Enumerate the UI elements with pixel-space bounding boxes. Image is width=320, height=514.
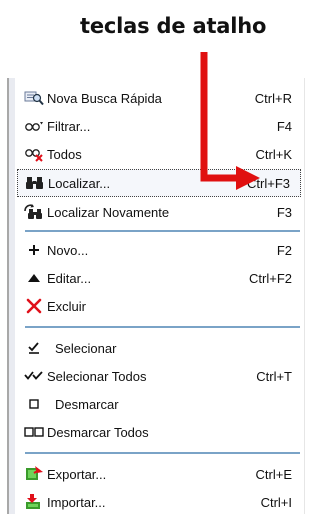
- menu-item-desmarcar-todos[interactable]: Desmarcar Todos: [17, 418, 302, 446]
- menu-item-label: Desmarcar Todos: [47, 424, 149, 440]
- menu-item-importar[interactable]: Importar... Ctrl+I: [17, 488, 302, 514]
- menu-item-label: Localizar...: [48, 175, 111, 191]
- menu-separator: [25, 452, 300, 454]
- menu-item-label: Exportar...: [47, 466, 107, 482]
- quick-search-icon: [23, 88, 45, 108]
- export-icon: [23, 464, 45, 484]
- menu-item-todos[interactable]: Todos Ctrl+K: [17, 140, 302, 168]
- menu-item-localizar-novamente[interactable]: Localizar Novamente F3: [17, 198, 302, 226]
- empty-square-icon: [23, 394, 45, 414]
- menu-item-label: Excluir: [47, 298, 87, 314]
- import-icon: [23, 492, 45, 512]
- menu-item-novo[interactable]: Novo... F2: [17, 236, 302, 264]
- menu-item-shortcut: F4: [276, 118, 292, 134]
- menu-item-shortcut: Ctrl+E: [255, 466, 292, 482]
- menu-separator: [25, 230, 300, 232]
- menu-item-shortcut: Ctrl+I: [260, 494, 292, 510]
- menu-item-desmarcar[interactable]: Desmarcar: [17, 390, 302, 418]
- select-check-icon: [23, 338, 45, 358]
- find-again-icon: [23, 202, 45, 222]
- menu-item-exportar[interactable]: Exportar... Ctrl+E: [17, 460, 302, 488]
- binoculars-icon: [24, 173, 46, 193]
- menu-item-shortcut: Ctrl+R: [254, 90, 292, 106]
- menu-item-label: Selecionar Todos: [47, 368, 147, 384]
- menu-item-label: Todos: [47, 146, 82, 162]
- menu-item-selecionar-todos[interactable]: Selecionar Todos Ctrl+T: [17, 362, 302, 390]
- menu-item-shortcut: F3: [276, 204, 292, 220]
- annotation-title: teclas de atalho: [80, 14, 267, 38]
- filter-icon: [23, 116, 45, 136]
- menu-item-localizar[interactable]: Localizar... Ctrl+F3: [17, 169, 301, 197]
- menu-item-nova-busca-rapida[interactable]: Nova Busca Rápida Ctrl+R: [17, 84, 302, 112]
- plus-icon: [23, 240, 45, 260]
- menu-item-shortcut: Ctrl+F3: [247, 175, 290, 191]
- menu-item-filtrar[interactable]: Filtrar... F4: [17, 112, 302, 140]
- context-menu: Nova Busca Rápida Ctrl+R Filtrar... F4 T…: [7, 78, 304, 514]
- menu-item-shortcut: Ctrl+F2: [249, 270, 292, 286]
- menu-item-label: Filtrar...: [47, 118, 91, 134]
- menu-item-selecionar[interactable]: Selecionar: [17, 334, 302, 362]
- menu-item-label: Importar...: [47, 494, 106, 510]
- delete-x-icon: [23, 296, 45, 316]
- menu-item-shortcut: F2: [276, 242, 292, 258]
- menu-item-label: Localizar Novamente: [47, 204, 170, 220]
- menu-item-label: Novo...: [47, 242, 89, 258]
- menu-icon-strip: [9, 78, 15, 514]
- menu-item-excluir[interactable]: Excluir: [17, 292, 302, 320]
- menu-item-label: Desmarcar: [55, 396, 119, 412]
- triangle-up-icon: [23, 268, 45, 288]
- menu-item-label: Selecionar: [55, 340, 117, 356]
- menu-item-editar[interactable]: Editar... Ctrl+F2: [17, 264, 302, 292]
- menu-item-label: Editar...: [47, 270, 92, 286]
- double-square-icon: [23, 422, 45, 442]
- double-check-icon: [23, 366, 45, 386]
- menu-item-shortcut: Ctrl+T: [256, 368, 292, 384]
- menu-separator: [25, 326, 300, 328]
- clear-filter-icon: [23, 144, 45, 164]
- menu-item-label: Nova Busca Rápida: [47, 90, 162, 106]
- menu-item-shortcut: Ctrl+K: [255, 146, 292, 162]
